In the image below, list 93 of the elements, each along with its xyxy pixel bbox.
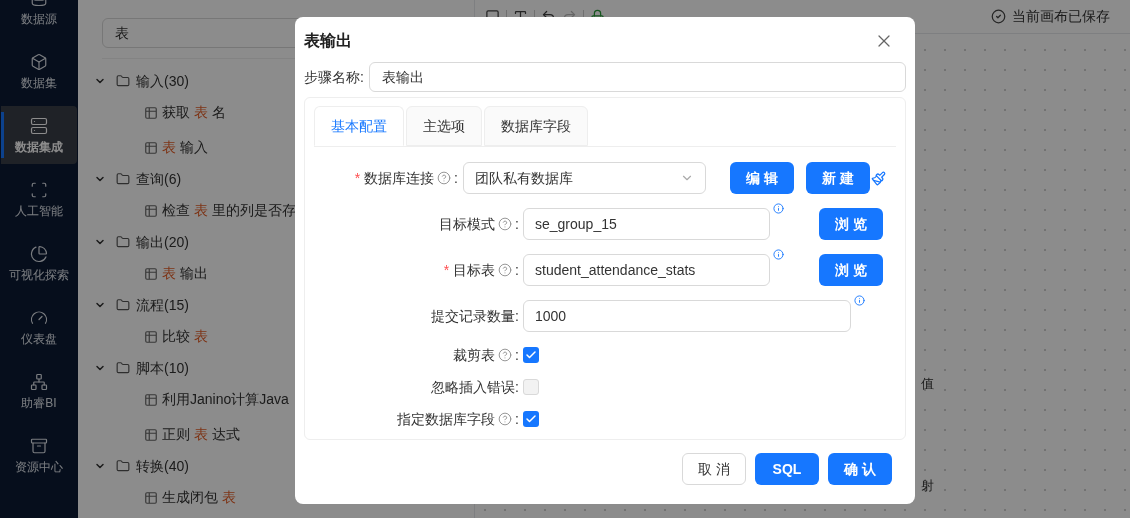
checkbox[interactable] <box>523 411 539 427</box>
field-label: 数据库连接 <box>364 168 435 188</box>
label-colon: : <box>515 260 519 280</box>
label-colon: : <box>515 214 519 234</box>
check-icon <box>525 413 537 425</box>
tree-item-label: 正则 表 达式 <box>162 425 240 444</box>
folder-icon <box>116 459 130 473</box>
server-icon <box>30 117 48 135</box>
tree-item-label: 表 输入 <box>162 138 208 157</box>
gauge-icon <box>30 309 48 327</box>
label-colon: : <box>515 409 519 429</box>
dialog-button[interactable]: 编 辑 <box>730 162 794 194</box>
checkbox[interactable] <box>523 379 539 395</box>
help-icon[interactable] <box>498 348 513 362</box>
tree-group[interactable]: 查询(6) <box>136 168 182 190</box>
help-icon[interactable] <box>498 412 513 426</box>
input-field[interactable]: 表输出 <box>369 62 906 92</box>
tab[interactable]: 基本配置 <box>314 106 404 146</box>
scan-icon <box>30 181 48 199</box>
sidebar-item[interactable]: 助睿BI <box>1 362 77 420</box>
info-icon[interactable] <box>773 249 784 260</box>
field-label: 步骤名称: <box>304 67 365 87</box>
save-status: 当前画布已保存 <box>1012 7 1110 26</box>
dialog-button[interactable]: SQL <box>755 453 819 485</box>
table-icon <box>144 329 158 344</box>
dialog-title: 表输出 <box>304 30 352 51</box>
tree-group[interactable]: 转换(40) <box>136 455 189 477</box>
select-field[interactable]: 团队私有数据库 <box>463 162 706 194</box>
sidebar-item[interactable]: 可视化探索 <box>1 234 77 292</box>
table-icon <box>144 490 158 505</box>
tree-item-label: 表 输出 <box>162 264 208 283</box>
node-label: 射 <box>921 477 934 495</box>
archive-icon <box>30 437 48 455</box>
help-icon[interactable] <box>437 171 452 185</box>
network-icon <box>30 373 48 391</box>
checkbox[interactable] <box>523 347 539 363</box>
table-icon <box>144 203 158 218</box>
field-label: 目标模式 <box>439 214 496 234</box>
dialog-button[interactable]: 浏 览 <box>819 208 883 240</box>
field-label: 裁剪表 <box>453 345 496 365</box>
label-colon: : <box>515 345 519 365</box>
dialog-button[interactable]: 确 认 <box>828 453 892 485</box>
sidebar-item[interactable]: 资源中心 <box>1 426 77 484</box>
folder-icon <box>116 235 130 249</box>
tree-item-label: 检查 表 里的列是否存 <box>162 201 296 220</box>
required-mark: * <box>443 260 450 280</box>
cube-icon <box>30 53 48 71</box>
table-icon <box>144 140 158 155</box>
tree-group[interactable]: 输出(20) <box>136 231 189 253</box>
info-icon[interactable] <box>773 203 784 214</box>
tree-item-label: 获取 表 名 <box>162 103 226 122</box>
sidebar-item[interactable]: 仪表盘 <box>1 298 77 356</box>
tab[interactable]: 数据库字段 <box>484 106 588 146</box>
table-icon <box>144 105 158 120</box>
field-label: 指定数据库字段 <box>397 409 496 429</box>
label-colon: : <box>454 168 458 188</box>
check-icon <box>525 349 537 361</box>
dialog-button[interactable]: 新 建 <box>806 162 870 194</box>
required-mark: * <box>354 168 361 188</box>
tree-item-label: 生成闭包 表 <box>162 488 236 507</box>
folder-icon <box>116 298 130 312</box>
dialog-button[interactable]: 浏 览 <box>819 254 883 286</box>
tree-item[interactable]: 生成闭包 表 <box>102 480 474 515</box>
brush-icon[interactable] <box>871 170 886 186</box>
check-circle-icon <box>991 9 1006 24</box>
label-colon: : <box>515 306 519 326</box>
input-field[interactable]: se_group_15 <box>523 208 770 240</box>
node-label: 值 <box>921 375 934 393</box>
tree-group[interactable]: 流程(15) <box>136 294 189 316</box>
table-icon <box>144 427 158 442</box>
dialog-button[interactable]: 取 消 <box>682 453 746 485</box>
info-icon[interactable] <box>854 295 866 306</box>
pie-chart-icon <box>30 245 48 263</box>
label-colon: : <box>515 377 519 397</box>
field-label: 目标表 <box>453 260 496 280</box>
input-field[interactable]: 1000 <box>523 300 852 332</box>
sidebar-item[interactable]: 人工智能 <box>1 170 77 228</box>
table-icon <box>144 392 158 407</box>
tree-group[interactable]: 输入(30) <box>136 70 189 92</box>
help-icon[interactable] <box>498 217 513 231</box>
tree-group[interactable]: 脚本(10) <box>136 357 189 379</box>
sidebar-item[interactable]: 数据源 <box>1 0 77 36</box>
tab[interactable]: 主选项 <box>406 106 482 146</box>
sidebar-item[interactable]: 数据集 <box>1 42 77 100</box>
tree-item-label: 比较 表 <box>162 327 208 346</box>
folder-icon <box>116 361 130 375</box>
table-icon <box>144 266 158 281</box>
input-field[interactable]: student_attendance_stats <box>523 254 770 286</box>
folder-icon <box>116 172 130 186</box>
help-icon[interactable] <box>498 263 513 277</box>
sidebar-item[interactable]: 数据集成 <box>1 106 77 164</box>
folder-icon <box>116 74 130 88</box>
tree-item-label: 利用Janino计算Java <box>162 390 289 409</box>
